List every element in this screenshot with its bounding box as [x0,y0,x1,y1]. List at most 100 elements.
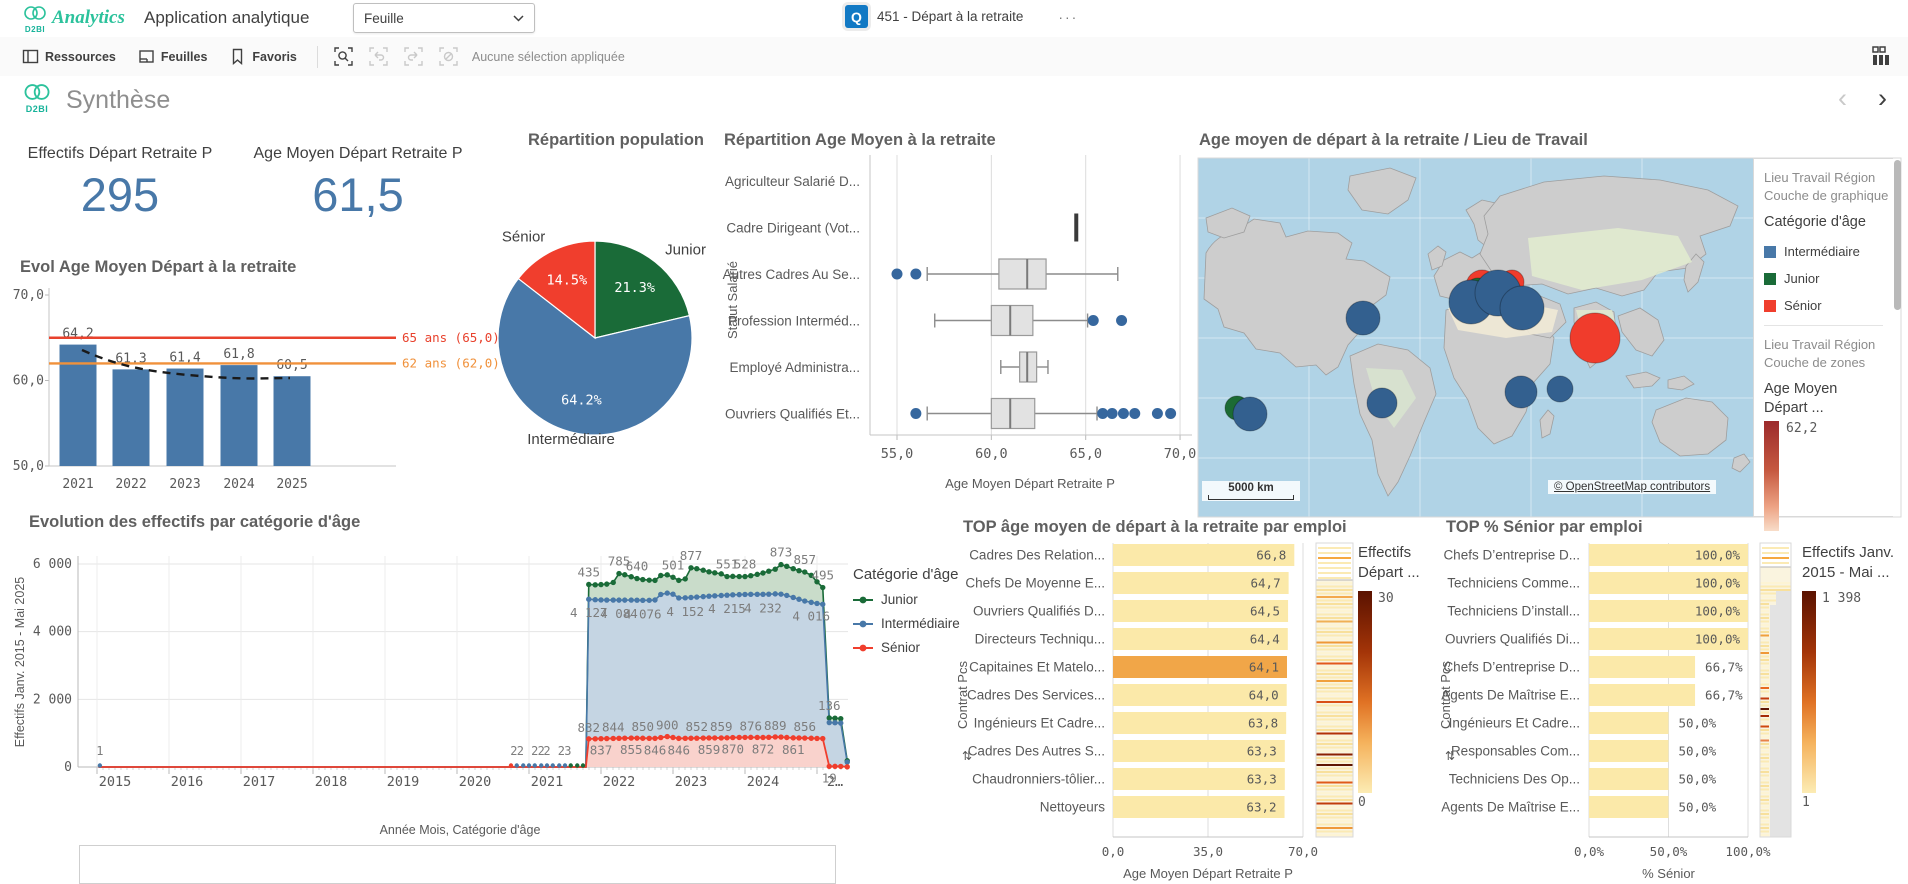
map-bubble-blue[interactable] [1505,376,1537,408]
junior-dot[interactable] [665,572,670,577]
intermediaire-dot[interactable] [670,592,675,597]
senior-dot[interactable] [737,735,742,740]
intermediaire-dot[interactable] [748,592,753,597]
junior-dot[interactable] [719,571,724,576]
junior-dot[interactable] [778,562,783,567]
heat-strip[interactable] [1316,543,1353,837]
intermediaire-dot[interactable] [694,594,699,599]
outlier-dot[interactable] [892,269,903,280]
bar-2023[interactable] [167,369,204,466]
intermediaire-dot[interactable] [814,601,819,606]
junior-dot[interactable] [773,566,778,571]
map-legend-item-senior[interactable]: Sénior [1764,298,1893,313]
senior-dot[interactable] [676,736,681,741]
senior-dot[interactable] [616,736,621,741]
senior-dot[interactable] [742,735,747,740]
senior-dot[interactable] [604,736,609,741]
hbar[interactable] [1589,768,1669,790]
senior-dot[interactable] [802,735,807,740]
outlier-dot[interactable] [1088,315,1099,326]
junior-dot[interactable] [688,565,693,570]
junior-dot[interactable] [742,574,747,579]
junior-dot[interactable] [604,581,609,586]
senior-dot[interactable] [778,734,783,739]
intermediaire-dot[interactable] [730,592,735,597]
junior-dot[interactable] [634,576,639,581]
box[interactable] [991,306,1033,336]
hbar[interactable] [1589,712,1669,734]
intermediaire-dot[interactable] [652,597,657,602]
box[interactable] [991,399,1034,429]
outlier-dot[interactable] [1129,408,1140,419]
intermediaire-dot[interactable] [676,595,681,600]
hbar[interactable] [1589,684,1695,706]
senior-dot[interactable] [688,736,693,741]
junior-dot[interactable] [701,568,706,573]
bar-2022[interactable] [113,369,150,466]
outlier-dot[interactable] [1152,408,1163,419]
hbar[interactable] [1589,796,1669,818]
junior-dot[interactable] [593,582,598,587]
senior-dot[interactable] [634,735,639,740]
intermediaire-dot[interactable] [665,590,670,595]
outlier-dot[interactable] [1097,408,1108,419]
intermediaire-dot[interactable] [755,592,760,597]
map-bubble-blue[interactable] [1233,397,1267,431]
intermediaire-dot[interactable] [640,598,645,603]
senior-dot[interactable] [791,735,796,740]
senior-dot[interactable] [586,736,591,741]
senior-dot[interactable] [838,764,843,769]
hbar[interactable] [1589,740,1669,762]
senior-dot[interactable] [611,736,616,741]
senior-dot[interactable] [658,735,663,740]
senior-dot[interactable] [694,735,699,740]
bar-2024[interactable] [221,365,258,466]
senior-dot[interactable] [755,735,760,740]
intermediaire-dot[interactable] [724,592,729,597]
intermediaire-dot[interactable] [604,597,609,602]
intermediaire-dot[interactable] [820,602,825,607]
junior-dot[interactable] [760,570,765,575]
intermediaire-dot[interactable] [647,598,652,603]
senior-dot[interactable] [773,734,778,739]
area-mini-navigator[interactable] [79,845,836,884]
intermediaire-dot[interactable] [629,597,634,602]
senior-dot[interactable] [809,736,814,741]
intermediaire-dot[interactable] [658,592,663,597]
junior-dot[interactable] [611,580,616,585]
senior-dot[interactable] [748,735,753,740]
junior-dot[interactable] [586,582,591,587]
box-single-value[interactable] [1074,214,1078,242]
outlier-dot[interactable] [910,269,921,280]
map-legend-item-junior[interactable]: Junior [1764,271,1893,286]
junior-dot[interactable] [658,573,663,578]
junior-dot[interactable] [694,566,699,571]
junior-dot[interactable] [737,574,742,579]
intermediaire-dot[interactable] [802,598,807,603]
senior-dot[interactable] [784,735,789,740]
senior-dot[interactable] [647,736,652,741]
senior-dot[interactable] [652,736,657,741]
intermediaire-dot[interactable] [838,720,843,725]
map-bubble-red[interactable] [1570,313,1620,363]
intermediaire-dot[interactable] [778,591,783,596]
intermediaire-dot[interactable] [598,597,603,602]
senior-dot[interactable] [730,735,735,740]
box[interactable] [999,259,1046,289]
map-bubble-blue[interactable] [1346,301,1380,335]
junior-dot[interactable] [629,574,634,579]
senior-dot[interactable] [712,735,717,740]
junior-dot[interactable] [670,575,675,580]
intermediaire-dot[interactable] [586,597,591,602]
senior-dot[interactable] [670,735,675,740]
intermediaire-dot[interactable] [760,592,765,597]
intermediaire-dot[interactable] [683,595,688,600]
senior-dot[interactable] [820,736,825,741]
junior-dot[interactable] [784,564,789,569]
legend-item-intermediaire[interactable]: Intermédiaire [853,616,963,631]
intermediaire-dot[interactable] [784,593,789,598]
intermediaire-dot[interactable] [742,592,747,597]
junior-dot[interactable] [724,574,729,579]
map-bubble-blue[interactable] [1547,376,1573,402]
junior-dot[interactable] [827,715,832,720]
